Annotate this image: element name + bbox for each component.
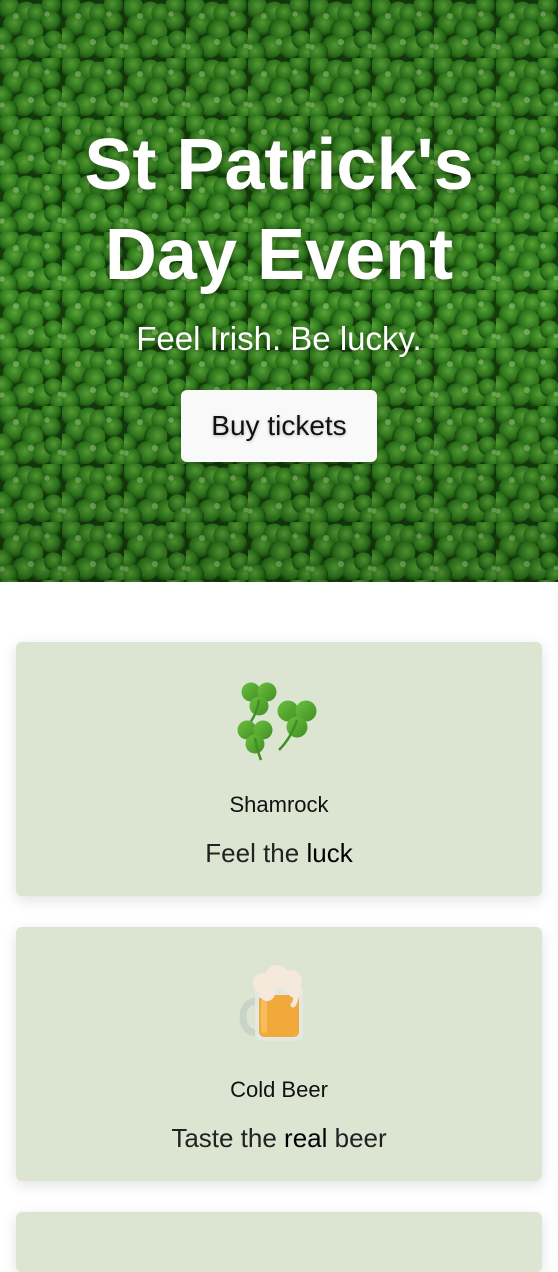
hero-tagline: Feel Irish. Be lucky. (136, 320, 422, 357)
hero-title-line2: Day Event (104, 215, 454, 295)
hero-section: St Patrick's Day Event Feel Irish. Be lu… (0, 0, 558, 582)
feature-card-partial (16, 1212, 542, 1272)
feature-text-before: Feel the (205, 838, 307, 868)
feature-card-shamrock: Shamrock Feel the luck (16, 642, 542, 896)
feature-card-cold-beer: Cold Beer Taste the real beer (16, 927, 542, 1181)
feature-text-after: beer (327, 1123, 387, 1153)
feature-title: Cold Beer (230, 1077, 328, 1102)
shamrock-icon (237, 682, 317, 761)
beer-mug-icon (239, 965, 303, 1041)
feature-text-emphasis: luck (306, 838, 353, 868)
hero-title: St Patrick's Day Event (0, 120, 558, 300)
feature-text: Feel the luck (16, 837, 542, 869)
hero-content: St Patrick's Day Event Feel Irish. Be lu… (0, 0, 558, 582)
feature-text-emphasis: real (284, 1123, 328, 1153)
feature-text-before: Taste the (171, 1123, 285, 1153)
feature-text: Taste the real beer (16, 1122, 542, 1154)
hero-title-line1: St Patrick's (84, 125, 474, 205)
feature-title: Shamrock (229, 792, 329, 817)
features-section: Shamrock Feel the luck Cold Beer Taste t… (0, 582, 558, 1272)
buy-tickets-button[interactable]: Buy tickets (181, 390, 377, 462)
